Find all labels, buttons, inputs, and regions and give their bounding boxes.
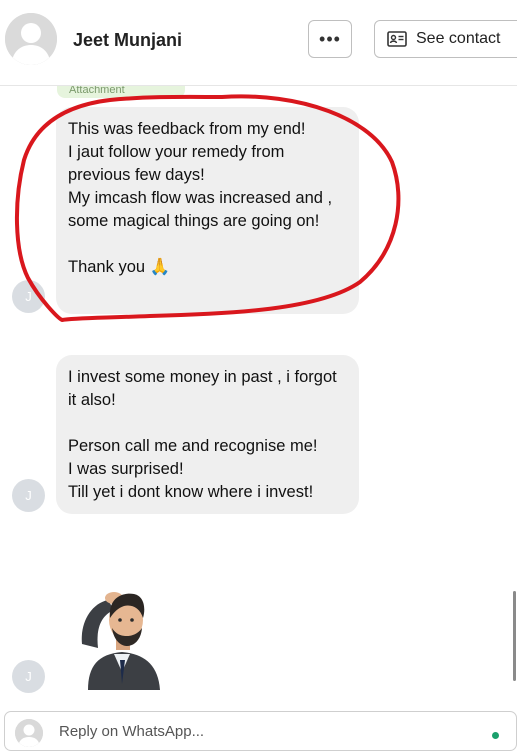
sender-initial: J — [25, 669, 32, 684]
online-status-dot — [492, 732, 499, 739]
message-line: I jaut follow your remedy from previous … — [68, 143, 285, 184]
my-avatar — [15, 719, 43, 747]
contact-card-icon — [387, 31, 407, 47]
scrollbar-thumb[interactable] — [513, 591, 516, 681]
message-line: Till yet i dont know where i invest! — [68, 483, 314, 501]
message-line: My imcash flow was increased and , some … — [68, 189, 333, 230]
message-line: Person call me and recognise me! — [68, 437, 318, 455]
sender-avatar: J — [12, 280, 45, 313]
message-line: I invest some money in past , i forgot i… — [68, 368, 337, 409]
reply-bar — [4, 711, 517, 751]
contact-name[interactable]: Jeet Munjani — [73, 30, 182, 51]
saluting-man-sticker — [81, 592, 160, 690]
user-placeholder-icon — [5, 13, 57, 65]
see-contact-button[interactable]: See contact — [374, 20, 517, 58]
reply-input[interactable] — [57, 722, 461, 741]
more-options-button[interactable]: ••• — [308, 20, 352, 58]
more-dots-icon: ••• — [319, 28, 341, 49]
see-contact-label: See contact — [416, 30, 501, 47]
message-bubble: I invest some money in past , i forgot i… — [56, 355, 359, 514]
message-line: Thank you 🙏 — [68, 258, 171, 276]
sender-initial: J — [25, 289, 32, 304]
sender-avatar: J — [12, 660, 45, 693]
sender-initial: J — [25, 488, 32, 503]
attachment-chip[interactable]: Attachment — [57, 86, 185, 98]
contact-avatar[interactable] — [5, 13, 57, 65]
message-line: This was feedback from my end! — [68, 120, 306, 138]
message-line: I was surprised! — [68, 460, 184, 478]
message-thread[interactable]: Attachment This was feedback from my end… — [0, 86, 517, 706]
user-placeholder-icon — [15, 719, 43, 747]
message-bubble: This was feedback from my end! I jaut fo… — [56, 107, 359, 314]
sender-avatar: J — [12, 479, 45, 512]
attachment-label: Attachment — [69, 86, 125, 96]
chat-header: Jeet Munjani ••• See contact — [0, 0, 517, 86]
